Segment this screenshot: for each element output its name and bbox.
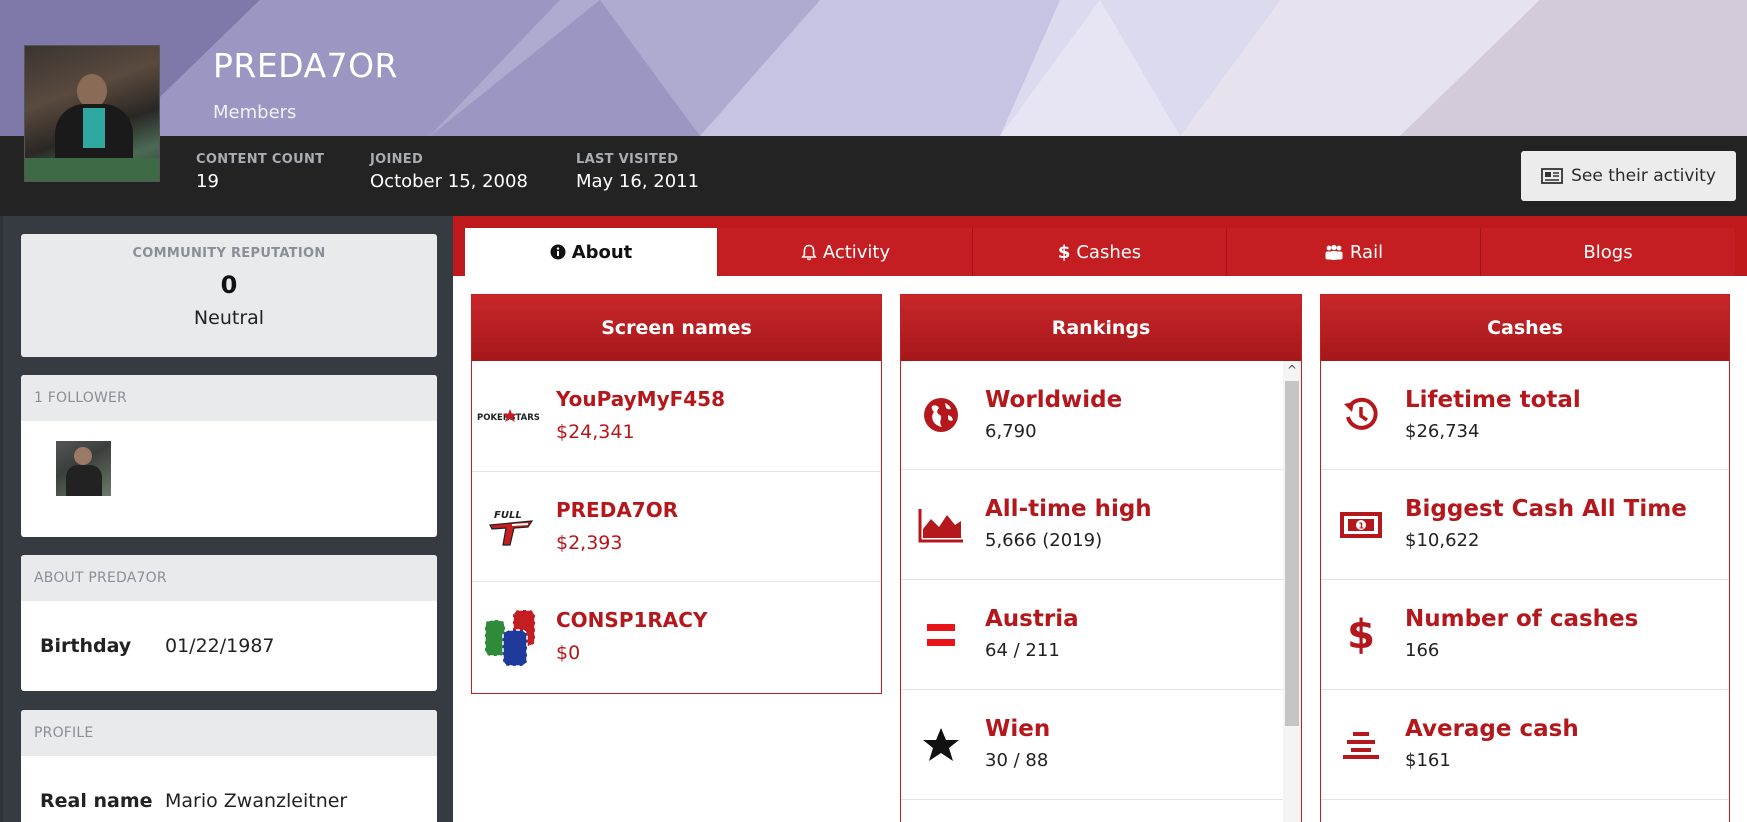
globe-icon (901, 361, 981, 469)
austria-flag-icon (901, 580, 981, 689)
ranking-label: Austria (985, 606, 1079, 632)
fulltilt-logo: FULL (472, 472, 552, 581)
pokerstars-logo: POKERSTARS (472, 361, 552, 471)
cash-value: 166 (1405, 640, 1440, 661)
screen-name-row[interactable]: FULL PREDA7OR $2,393 (472, 472, 881, 582)
cash-label: Average cash (1405, 716, 1579, 742)
see-activity-label: See their activity (1571, 166, 1716, 186)
profile-tabs: About Activity $ Cashes Rail Blogs (453, 216, 1747, 276)
reputation-value: 0 (220, 271, 238, 299)
screen-names-title: Screen names (472, 295, 881, 361)
screen-name-row[interactable]: CONSP1RACY $0 (472, 582, 881, 692)
follower-avatar[interactable] (56, 441, 111, 496)
svg-text:1: 1 (1359, 521, 1365, 530)
cashes-title: Cashes (1321, 295, 1729, 361)
birthday-value: 01/22/1987 (165, 635, 275, 657)
star-icon (901, 690, 981, 799)
tab-rail[interactable]: Rail (1227, 228, 1481, 276)
rankings-title: Rankings (901, 295, 1301, 361)
profile-heading: PROFILE (21, 710, 437, 756)
ranking-value: 5,666 (2019) (985, 530, 1103, 551)
newspaper-icon (1541, 168, 1563, 184)
ranking-row: All-time high 5,666 (2019) (901, 470, 1283, 580)
rankings-card: Rankings Worldwide 6,790 All-time high 5… (900, 294, 1302, 822)
cash-row: Lifetime total $26,734 (1321, 361, 1729, 470)
birthday-key: Birthday (40, 635, 132, 657)
real-name-row: Real name Mario Zwanzleitner (21, 756, 437, 822)
cash-row: Average cash $161 (1321, 690, 1729, 800)
ranking-row: Wien 30 / 88 (901, 690, 1283, 800)
screen-name-row[interactable]: POKERSTARS YouPayMyF458 $24,341 (472, 361, 881, 472)
tab-blogs-label: Blogs (1583, 241, 1633, 263)
ranking-row: Austria 64 / 211 (901, 580, 1283, 690)
screen-name-amount: $0 (556, 642, 581, 664)
screen-name[interactable]: YouPayMyF458 (556, 387, 725, 411)
tab-about[interactable]: About (465, 228, 717, 276)
profile-main: About Activity $ Cashes Rail Blogs Scree… (453, 216, 1747, 822)
profile-name: PREDA7OR (213, 46, 398, 85)
profile-stats-bar: CONTENT COUNT 19 JOINED October 15, 2008… (0, 136, 1747, 216)
ranking-label: Wien (985, 716, 1051, 742)
tab-activity-label: Activity (822, 241, 891, 263)
birthday-row: Birthday 01/22/1987 (21, 601, 437, 691)
real-name-value: Mario Zwanzleitner (165, 790, 348, 812)
about-widget: ABOUT PREDA7OR Birthday 01/22/1987 (21, 555, 437, 691)
stack-icon (1321, 690, 1401, 799)
screen-name-amount: $2,393 (556, 532, 623, 554)
area-chart-icon (901, 470, 981, 579)
users-icon (1325, 244, 1343, 260)
reputation-widget: COMMUNITY REPUTATION 0 Neutral (21, 234, 437, 357)
reputation-word: Neutral (193, 307, 265, 329)
real-name-key: Real name (40, 790, 153, 812)
cash-label: Biggest Cash All Time (1405, 496, 1687, 522)
info-icon (550, 244, 566, 260)
followers-widget: 1 FOLLOWER (21, 375, 437, 537)
tab-blogs[interactable]: Blogs (1481, 228, 1735, 276)
cash-value: $10,622 (1405, 530, 1480, 551)
dollar-icon: $ (1057, 241, 1071, 263)
profile-group: Members (213, 102, 297, 123)
ranking-row: Worldwide 6,790 (901, 361, 1283, 470)
tab-cashes-label: Cashes (1076, 241, 1142, 263)
cash-value: $26,734 (1405, 421, 1480, 442)
tab-rail-label: Rail (1349, 241, 1384, 263)
see-activity-button[interactable]: See their activity (1521, 151, 1736, 201)
stat-content-count: CONTENT COUNT 19 (196, 152, 325, 192)
banknote-icon: 1 (1321, 470, 1401, 579)
dollar-icon: $ (1347, 611, 1375, 658)
cash-value: $161 (1405, 750, 1451, 771)
about-heading: ABOUT PREDA7OR (21, 555, 437, 601)
tab-about-label: About (571, 241, 633, 263)
ranking-value: 6,790 (985, 421, 1037, 442)
cash-label: Lifetime total (1405, 387, 1581, 413)
rankings-scrollbar[interactable]: ^ (1283, 361, 1301, 822)
stat-joined: JOINED October 15, 2008 (370, 152, 528, 192)
profile-sidebar: COMMUNITY REPUTATION 0 Neutral 1 FOLLOWE… (3, 216, 453, 822)
followers-heading: 1 FOLLOWER (21, 375, 437, 421)
rankings-scroll-thumb[interactable] (1285, 381, 1299, 726)
chevron-up-icon[interactable]: ^ (1283, 361, 1301, 379)
screen-names-card: Screen names POKERSTARS YouPayMyF458 $24… (471, 294, 882, 694)
screen-name[interactable]: CONSP1RACY (556, 608, 707, 632)
poker-chips-icon (472, 582, 552, 692)
cash-label: Number of cashes (1405, 606, 1639, 632)
cash-row: $ Number of cashes 166 (1321, 580, 1729, 690)
tab-activity[interactable]: Activity (719, 228, 973, 276)
profile-avatar[interactable] (24, 45, 160, 182)
svg-text:FULL: FULL (494, 510, 522, 521)
ranking-label: Worldwide (985, 387, 1123, 413)
bell-icon (801, 244, 817, 260)
ranking-label: All-time high (985, 496, 1152, 522)
history-icon (1321, 361, 1401, 469)
reputation-label: COMMUNITY REPUTATION (132, 246, 326, 261)
stat-last-visited: LAST VISITED May 16, 2011 (576, 152, 700, 192)
ranking-value: 30 / 88 (985, 750, 1049, 771)
cashes-card: Cashes Lifetime total $26,734 1 Biggest … (1320, 294, 1730, 822)
tab-cashes[interactable]: $ Cashes (973, 228, 1227, 276)
cash-row: 1 Biggest Cash All Time $10,622 (1321, 470, 1729, 580)
ranking-value: 64 / 211 (985, 640, 1060, 661)
screen-name[interactable]: PREDA7OR (556, 498, 678, 522)
profile-widget: PROFILE Real name Mario Zwanzleitner (21, 710, 437, 822)
screen-name-amount: $24,341 (556, 421, 635, 443)
